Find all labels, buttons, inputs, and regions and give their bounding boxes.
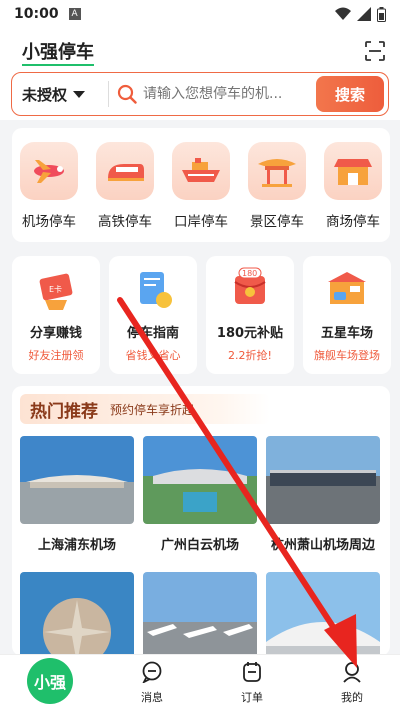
mall-icon — [324, 142, 382, 200]
category-mall[interactable]: 商场停车 — [318, 142, 388, 230]
divider — [108, 81, 109, 107]
search-bar: 未授权 搜索 — [11, 72, 389, 116]
bottom-tab-bar: 小强 消息 订单 我的 — [0, 654, 400, 711]
section-subtitle: 预约停车享折起 — [110, 402, 195, 417]
airplane-icon — [20, 142, 78, 200]
caret-down-icon — [73, 90, 86, 98]
pavilion-icon — [248, 142, 306, 200]
tab-label: 订单 — [241, 691, 263, 704]
category-label: 景区停车 — [250, 214, 304, 230]
category-label: 高铁停车 — [98, 214, 152, 230]
title-underline — [22, 64, 94, 66]
tab-home[interactable]: 小强 — [27, 658, 73, 704]
notification-icon: A — [68, 8, 81, 20]
promo-badge: 180 — [242, 269, 257, 278]
parking-lot-icon — [328, 272, 366, 304]
search-button[interactable]: 搜索 — [316, 76, 384, 112]
place-photo — [143, 572, 257, 656]
tab-mine[interactable]: 我的 — [322, 661, 382, 705]
red-packet-icon: 180 — [234, 267, 266, 304]
scan-icon[interactable] — [364, 40, 386, 62]
promo-guide[interactable]: 停车指南 省钱又省心 — [109, 256, 197, 374]
order-icon — [243, 662, 261, 682]
user-icon — [343, 662, 361, 683]
place-name: 杭州萧山机场周边 — [270, 538, 375, 553]
category-train[interactable]: 高铁停车 — [90, 142, 160, 230]
train-icon — [96, 142, 154, 200]
auth-label: 未授权 — [22, 85, 68, 104]
promo-title: 分享赚钱 — [29, 326, 82, 341]
category-label: 口岸停车 — [174, 214, 228, 230]
promo-subtitle: 省钱又省心 — [125, 349, 181, 362]
place-card[interactable] — [266, 572, 380, 656]
place-photo — [266, 572, 380, 656]
place-photo — [143, 436, 257, 524]
tab-orders[interactable]: 订单 — [222, 661, 282, 705]
search-input[interactable] — [143, 86, 313, 102]
tab-label: 我的 — [341, 691, 363, 704]
category-label: 商场停车 — [326, 214, 380, 230]
message-icon — [141, 661, 162, 685]
category-label: 机场停车 — [22, 214, 76, 230]
place-photo — [266, 436, 380, 524]
tab-label: 消息 — [141, 691, 163, 704]
promo-five-star[interactable]: 五星车场 旗舰车场登场 — [303, 256, 391, 374]
hot-recommend-section: 热门推荐 预约停车享折起 上海浦东机场 广州白云机场 杭州萧山机场周边 — [12, 386, 390, 656]
ship-icon — [172, 142, 230, 200]
promo-subtitle: 旗舰车场登场 — [314, 349, 380, 362]
battery-icon — [377, 6, 386, 22]
place-card[interactable]: 广州白云机场 — [143, 436, 257, 553]
header: 小强停车 未授权 搜索 — [0, 28, 400, 120]
place-photo — [20, 436, 134, 524]
promo-badge: E卡 — [49, 284, 62, 294]
auth-dropdown[interactable]: 未授权 — [12, 84, 108, 105]
section-title: 热门推荐 — [30, 401, 98, 422]
status-bar: 10:00 A — [0, 0, 400, 28]
place-card[interactable] — [20, 572, 134, 656]
wifi-icon — [335, 7, 351, 20]
promo-share[interactable]: E卡 分享赚钱 好友注册领 — [12, 256, 100, 374]
gift-voucher-icon: E卡 — [39, 273, 73, 310]
search-icon — [117, 84, 137, 104]
place-card[interactable] — [143, 572, 257, 656]
tab-messages[interactable]: 消息 — [122, 661, 182, 705]
promo-subsidy[interactable]: 180 180元补贴 2.2折抢! — [206, 256, 294, 374]
signal-icon — [357, 7, 371, 21]
place-name: 广州白云机场 — [160, 538, 239, 553]
place-card[interactable]: 上海浦东机场 — [20, 436, 134, 553]
category-scenic[interactable]: 景区停车 — [242, 142, 312, 230]
category-port[interactable]: 口岸停车 — [166, 142, 236, 230]
place-name: 上海浦东机场 — [37, 538, 116, 553]
category-card: 机场停车 高铁停车 口岸停车 景区停车 商场停车 — [12, 128, 390, 242]
place-photo — [20, 572, 134, 656]
promo-title: 180元补贴 — [216, 326, 284, 341]
hot-banner: 热门推荐 预约停车享折起 — [20, 394, 270, 424]
guide-icon — [140, 272, 172, 308]
promo-title: 停车指南 — [126, 326, 179, 341]
category-airport[interactable]: 机场停车 — [14, 142, 84, 230]
page-title: 小强停车 — [22, 42, 94, 63]
place-card[interactable]: 杭州萧山机场周边 — [266, 436, 380, 553]
promo-subtitle: 好友注册领 — [28, 349, 84, 362]
promo-title: 五星车场 — [320, 326, 373, 341]
promo-subtitle: 2.2折抢! — [228, 349, 272, 362]
status-time: 10:00 — [14, 6, 59, 22]
